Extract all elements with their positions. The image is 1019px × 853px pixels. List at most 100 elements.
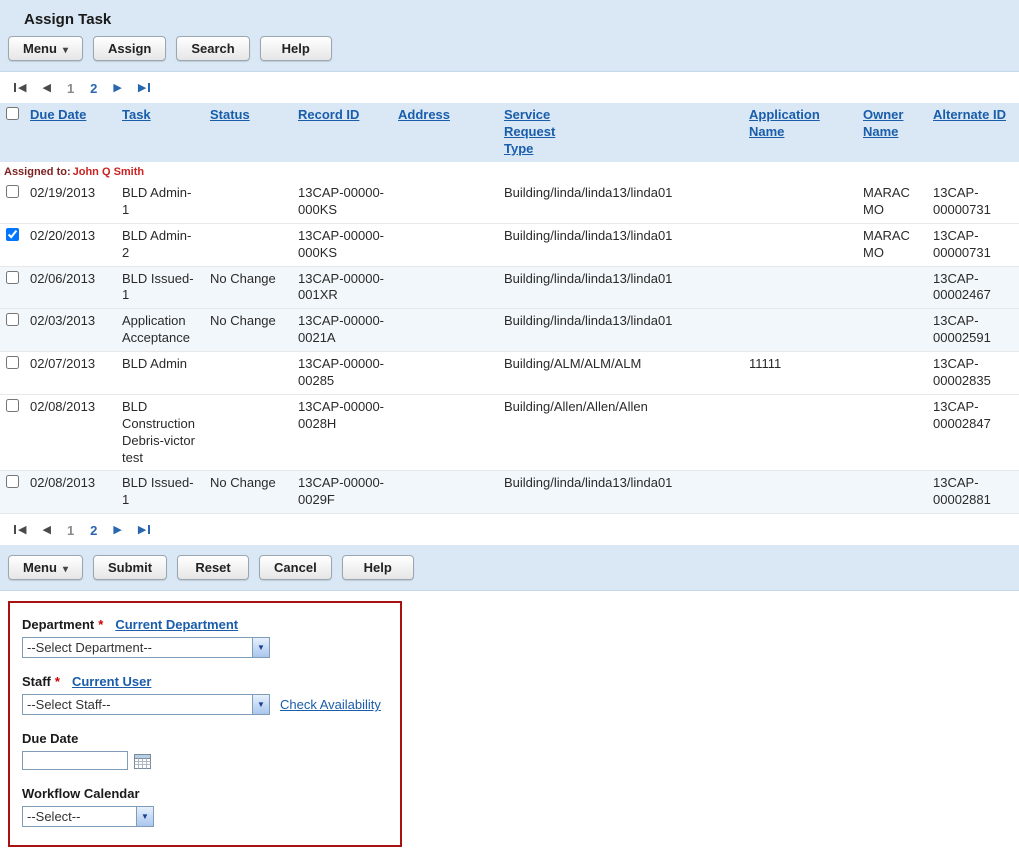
task-row: 02/07/2013 BLD Admin 13CAP-00000-00285 B… [0, 352, 1019, 395]
cell-owner-name [857, 352, 927, 395]
staff-label: Staff [22, 674, 51, 689]
cell-address [392, 181, 498, 223]
column-header-status[interactable]: Status [210, 107, 250, 124]
column-header-record-id[interactable]: Record ID [298, 107, 359, 124]
row-checkbox[interactable] [6, 313, 19, 326]
current-department-link[interactable]: Current Department [115, 617, 238, 632]
cell-owner-name [857, 471, 927, 514]
due-date-input[interactable] [22, 751, 128, 770]
calendar-icon[interactable] [134, 753, 151, 769]
next-page-icon[interactable]: ▶ [113, 525, 121, 536]
cell-due-date: 02/19/2013 [24, 181, 116, 223]
dropdown-arrow-icon: ▼ [252, 638, 269, 657]
last-page-icon[interactable]: ▶ [138, 525, 150, 536]
column-header-application-name[interactable]: Application Name [749, 107, 831, 141]
cell-due-date: 02/08/2013 [24, 471, 116, 514]
department-select[interactable]: --Select Department-- ▼ [22, 637, 270, 658]
column-header-address[interactable]: Address [398, 107, 450, 124]
required-asterisk: * [55, 674, 60, 689]
page-number-current: 1 [67, 524, 74, 537]
row-checkbox[interactable] [6, 271, 19, 284]
cell-status: No Change [204, 471, 292, 514]
submit-button[interactable]: Submit [93, 555, 167, 580]
assigned-to-name: John Q Smith [73, 166, 145, 178]
pagination-bottom: ◀ ◀ 1 2 ▶ ▶ [0, 514, 1019, 545]
last-page-icon[interactable]: ▶ [138, 83, 150, 94]
table-header-row: Due Date Task Status Record ID Address S… [0, 103, 1019, 162]
page-number-2[interactable]: 2 [90, 82, 97, 95]
column-header-service-request-type[interactable]: Service Request Type [504, 107, 562, 158]
due-date-field: Due Date [22, 731, 388, 770]
column-header-alternate-id[interactable]: Alternate ID [933, 107, 1006, 124]
cell-alternate-id: 13CAP-00002881 [927, 471, 1019, 514]
check-availability-link[interactable]: Check Availability [280, 697, 381, 712]
prev-page-icon[interactable]: ◀ [42, 83, 50, 94]
cell-service-request-type: Building/Allen/Allen/Allen [498, 394, 743, 471]
cell-due-date: 02/20/2013 [24, 223, 116, 266]
cell-status [204, 181, 292, 223]
task-row: 02/03/2013 Application Acceptance No Cha… [0, 309, 1019, 352]
assigned-to-label: Assigned to: [4, 166, 71, 178]
staff-field: Staff * Current User --Select Staff-- ▼ … [22, 674, 388, 715]
workflow-calendar-select[interactable]: --Select-- ▼ [22, 806, 154, 827]
current-user-link[interactable]: Current User [72, 674, 151, 689]
cell-alternate-id: 13CAP-00002591 [927, 309, 1019, 352]
menu-caret-icon: ▾ [63, 45, 68, 56]
cell-address [392, 223, 498, 266]
staff-select-value: --Select Staff-- [23, 695, 252, 714]
cell-service-request-type: Building/linda/linda13/linda01 [498, 181, 743, 223]
cell-address [392, 352, 498, 395]
cancel-button[interactable]: Cancel [259, 555, 332, 580]
task-row: 02/06/2013 BLD Issued-1 No Change 13CAP-… [0, 266, 1019, 309]
dropdown-arrow-icon: ▼ [252, 695, 269, 714]
menu-caret-icon: ▾ [63, 564, 68, 575]
department-field: Department * Current Department --Select… [22, 617, 388, 658]
task-row: 02/20/2013 BLD Admin-2 13CAP-00000-000KS… [0, 223, 1019, 266]
column-header-task[interactable]: Task [122, 107, 151, 124]
department-label: Department [22, 617, 94, 632]
row-checkbox[interactable] [6, 228, 19, 241]
row-checkbox[interactable] [6, 185, 19, 198]
menu-button-label: Menu [23, 560, 57, 575]
menu-button-top[interactable]: Menu ▾ [8, 36, 83, 61]
cell-application-name: 11111 [743, 352, 857, 395]
cell-record-id: 13CAP-00000-0029F [292, 471, 392, 514]
search-button[interactable]: Search [176, 36, 249, 61]
cell-status [204, 223, 292, 266]
dropdown-arrow-icon: ▼ [136, 807, 153, 826]
column-header-due-date[interactable]: Due Date [30, 107, 86, 124]
page-number-2[interactable]: 2 [90, 524, 97, 537]
first-page-icon[interactable]: ◀ [14, 525, 26, 536]
cell-task: BLD Admin-2 [116, 223, 204, 266]
cell-status: No Change [204, 266, 292, 309]
help-button-top[interactable]: Help [260, 36, 332, 61]
assign-button[interactable]: Assign [93, 36, 166, 61]
due-date-label: Due Date [22, 731, 78, 746]
row-checkbox[interactable] [6, 356, 19, 369]
prev-page-icon[interactable]: ◀ [42, 525, 50, 536]
cell-record-id: 13CAP-00000-0028H [292, 394, 392, 471]
cell-task: BLD Admin-1 [116, 181, 204, 223]
first-page-icon[interactable]: ◀ [14, 83, 26, 94]
cell-application-name [743, 223, 857, 266]
assigned-to-group-row: Assigned to:John Q Smith [0, 162, 1019, 181]
cell-task: Application Acceptance [116, 309, 204, 352]
cell-record-id: 13CAP-00000-0021A [292, 309, 392, 352]
row-checkbox[interactable] [6, 399, 19, 412]
cell-record-id: 13CAP-00000-000KS [292, 223, 392, 266]
reset-button[interactable]: Reset [177, 555, 249, 580]
select-all-checkbox[interactable] [6, 107, 19, 120]
cell-address [392, 266, 498, 309]
menu-button-bottom[interactable]: Menu ▾ [8, 555, 83, 580]
row-checkbox[interactable] [6, 475, 19, 488]
staff-select[interactable]: --Select Staff-- ▼ [22, 694, 270, 715]
next-page-icon[interactable]: ▶ [113, 83, 121, 94]
column-header-owner-name[interactable]: Owner Name [863, 107, 913, 141]
cell-task: BLD Construction Debris-victor test [116, 394, 204, 471]
help-button-bottom[interactable]: Help [342, 555, 414, 580]
workflow-calendar-label: Workflow Calendar [22, 786, 140, 801]
cell-task: BLD Issued-1 [116, 266, 204, 309]
cell-service-request-type: Building/linda/linda13/linda01 [498, 223, 743, 266]
menu-button-label: Menu [23, 41, 57, 56]
required-asterisk: * [98, 617, 103, 632]
